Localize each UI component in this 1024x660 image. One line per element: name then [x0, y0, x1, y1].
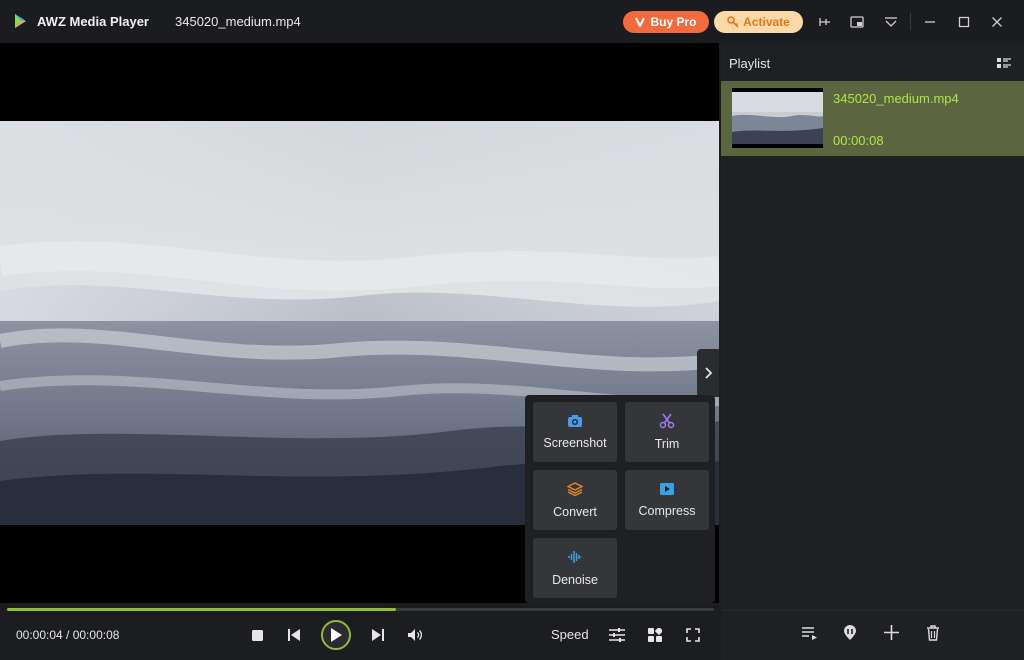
playlist-order-button[interactable] — [802, 626, 820, 644]
vip-icon — [635, 17, 646, 27]
equalizer-button[interactable] — [608, 626, 626, 644]
minimize-icon[interactable] — [920, 12, 940, 32]
plus-icon — [884, 625, 899, 640]
buy-pro-label: Buy Pro — [650, 15, 697, 29]
video-thumbnail-image — [732, 88, 823, 148]
activate-button[interactable]: Activate — [714, 11, 803, 33]
toggle-playlist-button[interactable] — [697, 349, 719, 397]
playlist-item-duration: 00:00:08 — [833, 133, 884, 148]
previous-button[interactable] — [286, 627, 302, 643]
playlist-item-thumbnail — [732, 88, 823, 148]
screenshot-button[interactable]: Screenshot — [533, 402, 617, 462]
trim-button[interactable]: Trim — [625, 402, 709, 462]
tools-button[interactable] — [646, 626, 664, 644]
skip-next-icon — [372, 629, 384, 641]
playlist-add-button[interactable] — [884, 625, 902, 643]
volume-button[interactable] — [406, 626, 424, 644]
key-icon — [727, 16, 739, 28]
stop-button[interactable] — [249, 627, 265, 643]
activate-label: Activate — [743, 15, 790, 29]
app-logo-icon — [15, 14, 26, 28]
window-file-title: 345020_medium.mp4 — [175, 14, 301, 29]
playlist-footer — [721, 610, 1024, 660]
stop-icon — [251, 629, 263, 641]
buy-pro-button[interactable]: Buy Pro — [623, 11, 709, 33]
trash-icon — [927, 625, 939, 641]
player-controls: 00:00:04 / 00:00:08 Speed — [0, 603, 719, 660]
maximize-icon[interactable] — [954, 12, 974, 32]
layers-icon — [567, 482, 583, 497]
audio-wave-icon — [568, 551, 582, 563]
title-separator — [910, 13, 911, 30]
list-view-icon — [997, 58, 1011, 68]
denoise-label: Denoise — [552, 573, 598, 587]
dropdown-menu-icon[interactable] — [881, 12, 901, 32]
camera-icon — [568, 415, 582, 427]
compress-label: Compress — [638, 504, 696, 518]
speed-button[interactable]: Speed — [551, 627, 589, 642]
close-icon[interactable] — [987, 12, 1007, 32]
trim-label: Trim — [654, 437, 680, 451]
convert-label: Convert — [553, 505, 597, 519]
settings-sliders-icon — [609, 628, 625, 642]
playlist-item-name: 345020_medium.mp4 — [833, 91, 959, 106]
compress-video-icon — [660, 483, 674, 495]
denoise-button[interactable]: Denoise — [533, 538, 617, 598]
playlist-view-toggle[interactable] — [996, 55, 1012, 71]
convert-button[interactable]: Convert — [533, 470, 617, 530]
title-bar: AWZ Media Player 345020_medium.mp4 Buy P… — [0, 0, 1024, 43]
screenshot-label: Screenshot — [543, 436, 607, 450]
playlist-panel: Playlist 345020_medium.mp4 00:00:08 — [721, 43, 1024, 660]
volume-icon — [407, 629, 422, 641]
fullscreen-icon — [686, 628, 700, 642]
app-title: AWZ Media Player — [37, 14, 149, 29]
fullscreen-button[interactable] — [684, 626, 702, 644]
progress-bar[interactable] — [7, 608, 714, 611]
tools-popup: Screenshot Trim Convert Compress Denoise — [525, 395, 715, 603]
chevron-right-icon — [705, 367, 713, 379]
pin-icon[interactable] — [814, 12, 834, 32]
mini-mode-icon[interactable] — [847, 12, 867, 32]
playlist-delete-button[interactable] — [926, 625, 944, 643]
time-display: 00:00:04 / 00:00:08 — [16, 628, 120, 642]
compress-button[interactable]: Compress — [625, 470, 709, 530]
playlist-title: Playlist — [729, 56, 771, 71]
play-icon — [331, 628, 342, 642]
next-button[interactable] — [370, 627, 386, 643]
progress-fill — [7, 608, 396, 611]
grid-tools-icon — [648, 628, 662, 642]
playlist-order-icon — [802, 627, 817, 640]
location-pin-icon — [844, 625, 856, 640]
play-button[interactable] — [321, 620, 351, 650]
playlist-item[interactable]: 345020_medium.mp4 00:00:08 — [721, 81, 1024, 156]
scissors-icon — [659, 413, 675, 429]
playlist-locate-button[interactable] — [843, 625, 861, 643]
skip-previous-icon — [288, 629, 300, 641]
